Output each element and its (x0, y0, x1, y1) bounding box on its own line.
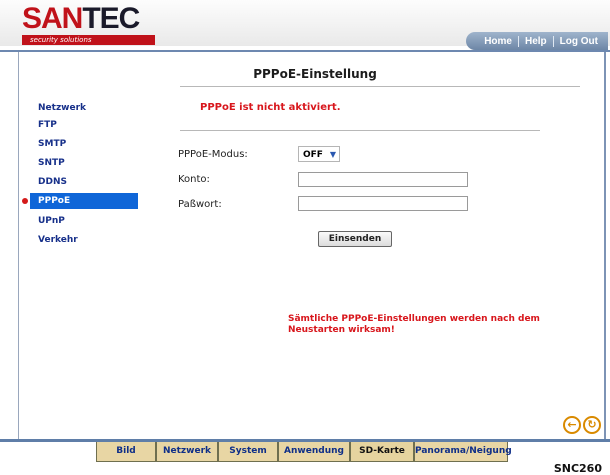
home-button[interactable]: Home (478, 35, 519, 47)
tab-sd-karte[interactable]: SD-Karte (350, 442, 414, 462)
frame-left-border (18, 52, 19, 439)
sidebar-item-ftp[interactable]: FTP (30, 117, 138, 133)
title-divider (180, 86, 580, 87)
pppoe-mode-label: PPPoE-Modus: (178, 149, 248, 160)
refresh-icon[interactable]: ↻ (583, 416, 601, 434)
password-label: Paßwort: (178, 199, 222, 210)
sidebar-item-pppoe[interactable]: PPPoE (30, 193, 138, 209)
account-input[interactable] (298, 172, 468, 187)
frame-right-border (604, 52, 606, 439)
page-title: PPPoE-Einstellung (253, 67, 377, 81)
pppoe-mode-select[interactable]: OFF ▼ (298, 146, 340, 162)
restart-note: Sämtliche PPPoE-Einstellungen werden nac… (288, 314, 540, 335)
status-message: PPPoE ist nicht aktiviert. (200, 102, 341, 113)
top-nav: Home Help Log Out (466, 32, 608, 50)
tab-anwendung[interactable]: Anwendung (278, 442, 350, 462)
password-input[interactable] (298, 196, 468, 211)
account-label: Konto: (178, 174, 210, 185)
sidebar-item-sntp[interactable]: SNTP (30, 155, 138, 171)
header-divider (0, 50, 610, 52)
tab-system[interactable]: System (218, 442, 278, 462)
sidebar-item-upnp[interactable]: UPnP (30, 213, 138, 229)
status-divider (180, 130, 540, 131)
tab-netzwerk[interactable]: Netzwerk (156, 442, 218, 462)
bottom-tabs: Bild Netzwerk System Anwendung SD-Karte … (96, 442, 512, 462)
sidebar-item-ddns[interactable]: DDNS (30, 174, 138, 190)
sidebar-item-smtp[interactable]: SMTP (30, 136, 138, 152)
santec-logo: SANTEC (22, 2, 140, 35)
logo-tagline: security solutions (22, 35, 155, 45)
header: SANTEC security solutions Home Help Log … (0, 0, 610, 50)
help-button[interactable]: Help (519, 35, 554, 47)
active-item-bullet-icon (22, 198, 28, 204)
back-arrow-icon[interactable]: ← (563, 416, 581, 434)
submit-button[interactable]: Einsenden (318, 231, 392, 247)
chevron-down-icon: ▼ (329, 150, 336, 159)
tab-bild[interactable]: Bild (96, 442, 156, 462)
model-label: SNC260 (553, 462, 602, 475)
logout-button[interactable]: Log Out (554, 36, 604, 47)
sidebar-item-verkehr[interactable]: Verkehr (30, 232, 138, 248)
sidebar-item-netzwerk[interactable]: Netzwerk (30, 100, 138, 116)
tab-panorama-neigung[interactable]: Panorama/Neigung (414, 442, 512, 462)
